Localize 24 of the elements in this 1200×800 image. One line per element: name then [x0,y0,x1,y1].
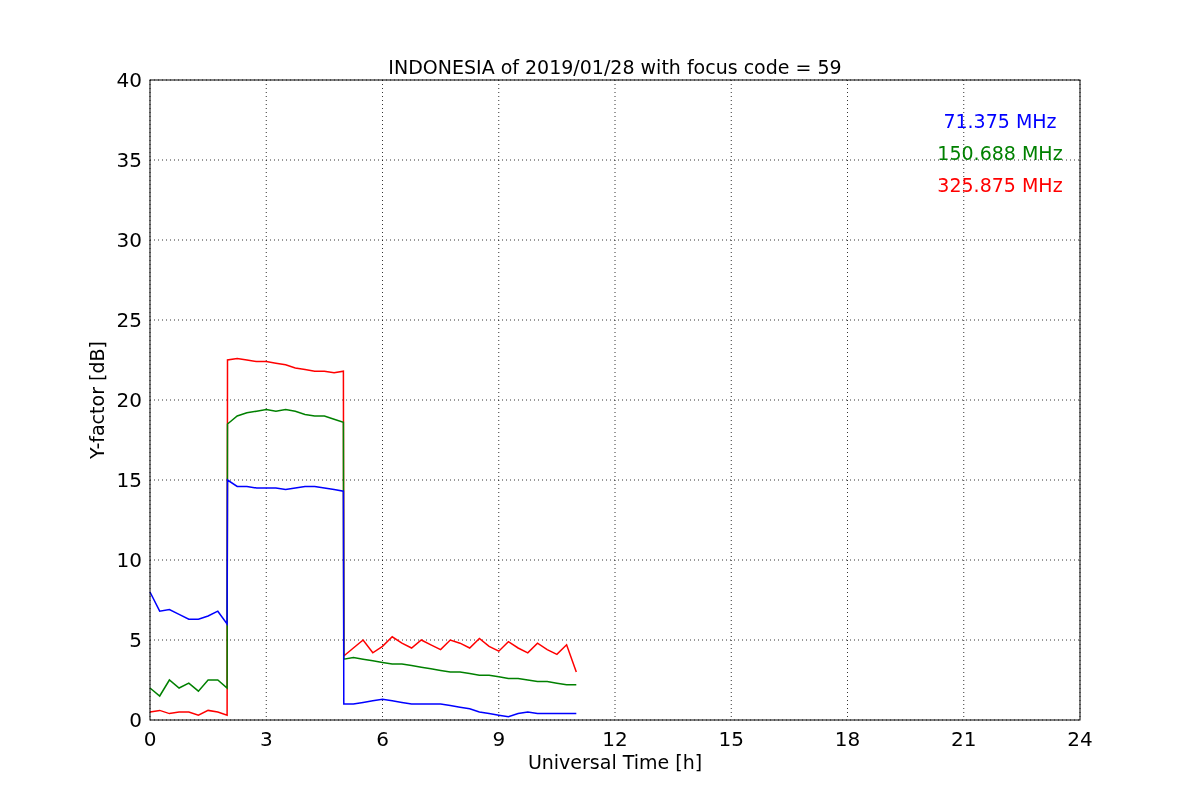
y-tick-label: 35 [116,148,142,172]
legend-label: 71.375 MHz [943,110,1057,132]
y-tick-label: 15 [116,468,142,492]
y-tick-label: 30 [116,228,142,252]
chart-title: INDONESIA of 2019/01/28 with focus code = 59 [388,56,842,78]
x-tick-label: 21 [951,727,977,751]
x-tick-label: 24 [1067,727,1093,751]
legend-label: 150.688 MHz [937,142,1063,164]
legend-label: 325.875 MHz [937,174,1063,196]
x-tick-label: 18 [834,727,861,751]
y-tick-label: 10 [116,548,142,572]
x-axis-label: Universal Time [h] [527,751,703,773]
x-tick-label: 3 [259,727,273,751]
y-tick-label: 20 [116,388,142,412]
y-axis-label: Y-factor [dB] [86,341,108,459]
x-tick-label: 9 [492,727,506,751]
x-tick-label: 12 [602,727,628,751]
x-tick-label: 6 [376,727,389,751]
y-tick-label: 40 [116,68,142,92]
x-tick-label: 15 [718,727,744,751]
x-tick-label: 0 [143,727,157,751]
y-tick-label: 0 [129,708,142,732]
y-tick-label: 5 [129,628,142,652]
y-tick-label: 25 [116,308,142,332]
